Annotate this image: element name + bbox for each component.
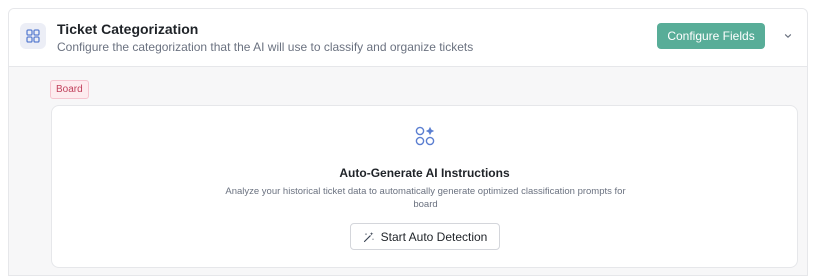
chevron-down-icon[interactable] [779,27,797,45]
configure-fields-button[interactable]: Configure Fields [657,23,765,49]
start-auto-detection-button[interactable]: Start Auto Detection [350,223,500,250]
magic-wand-icon [363,231,375,243]
grid-icon [20,23,46,49]
card-subtitle: Configure the categorization that the AI… [57,40,474,54]
auto-generate-description: Analyze your historical ticket data to a… [225,186,626,210]
start-auto-detection-label: Start Auto Detection [380,229,488,244]
ai-sparkle-icon [414,125,436,147]
board-badge: Board [50,80,89,99]
card-header[interactable]: Ticket Categorization Configure the cate… [9,9,807,67]
auto-generate-panel: Auto-Generate AI Instructions Analyze yo… [51,105,798,268]
auto-generate-title: Auto-Generate AI Instructions [339,166,510,180]
ticket-categorization-card: Ticket Categorization Configure the cate… [8,8,808,276]
card-title: Ticket Categorization [57,21,199,37]
